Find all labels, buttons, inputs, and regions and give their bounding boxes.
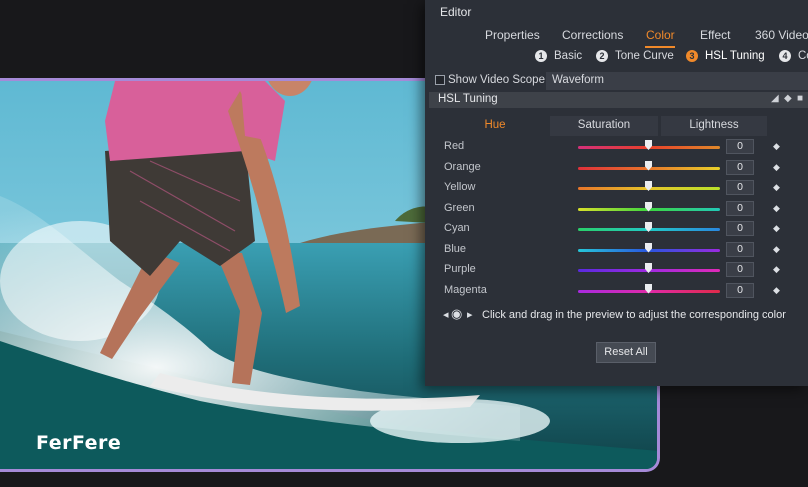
- scope-type-select[interactable]: Waveform: [546, 72, 808, 90]
- hue-value-input[interactable]: 0: [726, 282, 754, 298]
- column-lightness[interactable]: Lightness: [661, 116, 767, 136]
- column-saturation[interactable]: Saturation: [550, 116, 658, 136]
- subtab-basic[interactable]: 1 Basic: [535, 50, 582, 62]
- editor-tabs: Properties Corrections Color Effect 360 …: [425, 26, 808, 48]
- color-subtabs: 1 Basic 2 Tone Curve 3 HSL Tuning 4 Co: [425, 50, 808, 68]
- editor-title: Editor: [440, 5, 472, 19]
- hsl-section-header[interactable]: HSL Tuning ◢ ◆ ■: [429, 92, 808, 108]
- hue-value-input[interactable]: 0: [726, 262, 754, 277]
- keyframe-diamond-icon[interactable]: ◆: [773, 223, 780, 234]
- keyframe-diamond-icon[interactable]: ◆: [773, 203, 780, 214]
- subtab-label: Co: [798, 50, 808, 62]
- hsl-row-red: Red 0 ◆: [425, 137, 808, 157]
- hint-text: Click and drag in the preview to adjust …: [482, 309, 786, 321]
- hsl-row-blue: Blue 0 ◆: [425, 240, 808, 260]
- app-stage: FerFere Editor Properties Corrections Co…: [0, 0, 808, 487]
- hsl-row-purple: Purple 0 ◆: [425, 260, 808, 280]
- hsl-row-label: Cyan: [444, 222, 470, 234]
- hsl-row-label: Red: [444, 140, 465, 152]
- hue-value-input[interactable]: 0: [726, 180, 754, 195]
- subtab-label: Tone Curve: [615, 50, 674, 62]
- hsl-row-label: Blue: [444, 242, 467, 255]
- show-video-scope-label[interactable]: Show Video Scope: [448, 74, 545, 86]
- hsl-row-orange: Orange 0 ◆: [425, 158, 808, 178]
- step-number-badge: 4: [779, 50, 791, 62]
- hsl-row-label: Orange: [444, 160, 481, 173]
- step-number-badge: 2: [596, 50, 608, 62]
- hue-value-input[interactable]: 0: [726, 159, 754, 175]
- brand-logo: FerFere: [36, 432, 122, 454]
- reset-all-button[interactable]: Reset All: [596, 342, 656, 363]
- hsl-row-cyan: Cyan 0 ◆: [425, 219, 808, 239]
- keyframe-diamond-icon[interactable]: ◆: [773, 141, 780, 152]
- arrow-right-icon[interactable]: ▸: [467, 308, 473, 321]
- hsl-row-label: Magenta: [444, 283, 487, 296]
- lock-icon[interactable]: ◢: [771, 93, 779, 104]
- hue-value-input[interactable]: 0: [726, 221, 754, 236]
- hsl-row-yellow: Yellow 0 ◆: [425, 178, 808, 198]
- hsl-row-label: Yellow: [444, 181, 476, 193]
- keyframe-diamond-icon[interactable]: ◆: [784, 93, 792, 104]
- hsl-row-label: Purple: [444, 263, 476, 275]
- column-hue[interactable]: Hue: [451, 116, 539, 136]
- editor-panel: Editor Properties Corrections Color Effe…: [425, 0, 808, 386]
- tab-360-video[interactable]: 360 Video: [755, 28, 808, 42]
- target-picker-icon[interactable]: ◉: [451, 306, 462, 322]
- hsl-section-title: HSL Tuning: [438, 93, 498, 105]
- tab-properties[interactable]: Properties: [485, 28, 540, 42]
- keyframe-diamond-icon[interactable]: ◆: [773, 285, 780, 296]
- hue-value-input[interactable]: 0: [726, 200, 754, 216]
- subtab-hsl-tuning[interactable]: 3 HSL Tuning: [686, 50, 765, 62]
- keyframe-diamond-icon[interactable]: ◆: [773, 182, 780, 193]
- hue-value-input[interactable]: 0: [726, 139, 754, 154]
- hsl-row-magenta: Magenta 0 ◆: [425, 281, 808, 301]
- keyframe-diamond-icon[interactable]: ◆: [773, 162, 780, 173]
- keyframe-diamond-icon[interactable]: ◆: [773, 244, 780, 255]
- subtab-tone-curve[interactable]: 2 Tone Curve: [596, 50, 674, 62]
- hue-value-input[interactable]: 0: [726, 241, 754, 257]
- step-number-badge: 1: [535, 50, 547, 62]
- subtab-color-overflow[interactable]: 4 Co: [779, 50, 808, 62]
- color-picker-hint: ◂ ◉ ▸ Click and drag in the preview to a…: [425, 306, 808, 325]
- trash-icon[interactable]: ■: [797, 93, 803, 104]
- active-tab-indicator: [645, 46, 675, 48]
- tab-color[interactable]: Color: [646, 28, 675, 42]
- subtab-label: Basic: [554, 50, 583, 62]
- show-video-scope-checkbox[interactable]: [435, 75, 445, 85]
- arrow-left-icon[interactable]: ◂: [443, 308, 449, 321]
- step-number-badge: 3: [686, 50, 698, 62]
- hsl-row-green: Green 0 ◆: [425, 199, 808, 219]
- hsl-row-label: Green: [444, 201, 475, 214]
- keyframe-diamond-icon[interactable]: ◆: [773, 264, 780, 275]
- tab-corrections[interactable]: Corrections: [562, 28, 623, 42]
- video-scope-row: Show Video Scope Waveform: [425, 71, 808, 91]
- tab-effect[interactable]: Effect: [700, 28, 730, 42]
- subtab-label: HSL Tuning: [705, 50, 765, 62]
